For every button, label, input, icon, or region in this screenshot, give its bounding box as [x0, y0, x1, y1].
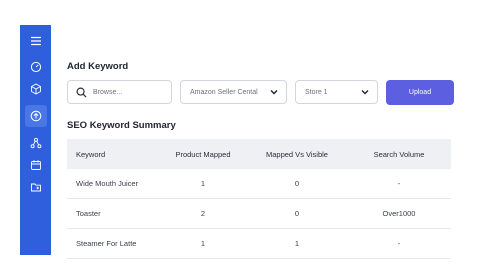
column-header-product-mapped: Product Mapped	[175, 149, 231, 159]
table-row: Steamer For Latte 1 1 -	[67, 229, 451, 259]
menu-toggle-button[interactable]	[25, 30, 47, 52]
browse-input[interactable]: Browse...	[67, 80, 172, 104]
cube-icon	[30, 83, 41, 95]
search-volume-cell: -	[397, 239, 401, 248]
dashboard-gauge-icon	[30, 61, 41, 73]
network-icon	[30, 137, 41, 149]
column-header-search-volume: Search Volume	[373, 149, 425, 159]
table-row: Toaster 2 0 Over1000	[67, 199, 451, 229]
mapped-vs-visible-cell: 1	[294, 239, 300, 248]
browse-placeholder: Browse...	[93, 88, 123, 96]
sidebar-item-network[interactable]	[25, 132, 47, 154]
column-header-mapped-vs-visible: Mapped Vs Visible	[266, 149, 328, 159]
product-mapped-cell: 2	[200, 209, 206, 218]
column-header-keyword: Keyword	[76, 149, 106, 159]
search-icon	[76, 87, 87, 98]
store-select-value: Store 1	[305, 88, 328, 96]
calendar-icon	[30, 160, 41, 170]
keyword-cell: Steamer For Latte	[76, 239, 137, 248]
channel-select[interactable]: Amazon Seller Cental	[180, 80, 287, 104]
hamburger-menu-icon	[30, 36, 41, 46]
product-mapped-cell: 1	[200, 239, 206, 248]
upload-icon	[30, 110, 41, 122]
chevron-down-icon	[270, 90, 278, 95]
seo-summary-title: SEO Keyword Summary	[67, 120, 176, 131]
chevron-down-icon	[361, 90, 369, 95]
sidebar-item-folder[interactable]	[25, 176, 47, 198]
add-keyword-title: Add Keyword	[67, 61, 129, 72]
sidebar	[20, 25, 51, 255]
sidebar-item-dashboard[interactable]	[25, 56, 47, 78]
channel-select-value: Amazon Seller Cental	[190, 88, 258, 96]
table-header: Keyword Product Mapped Mapped Vs Visible…	[67, 139, 451, 169]
mapped-vs-visible-cell: 0	[294, 209, 300, 218]
folder-icon	[30, 183, 41, 192]
mapped-vs-visible-cell: 0	[294, 179, 300, 188]
seo-keyword-table: Keyword Product Mapped Mapped Vs Visible…	[67, 139, 451, 259]
upload-button[interactable]: Upload	[386, 80, 454, 105]
store-select[interactable]: Store 1	[295, 80, 378, 104]
search-volume-cell: Over1000	[382, 209, 416, 218]
product-mapped-cell: 1	[200, 179, 206, 188]
keyword-cell: Toaster	[76, 209, 101, 218]
table-row: Wide Mouth Juicer 1 0 -	[67, 169, 451, 199]
search-volume-cell: -	[397, 179, 401, 188]
keyword-cell: Wide Mouth Juicer	[76, 179, 139, 188]
sidebar-item-products[interactable]	[25, 78, 47, 100]
sidebar-item-calendar[interactable]	[25, 154, 47, 176]
sidebar-item-upload[interactable]	[24, 105, 47, 127]
